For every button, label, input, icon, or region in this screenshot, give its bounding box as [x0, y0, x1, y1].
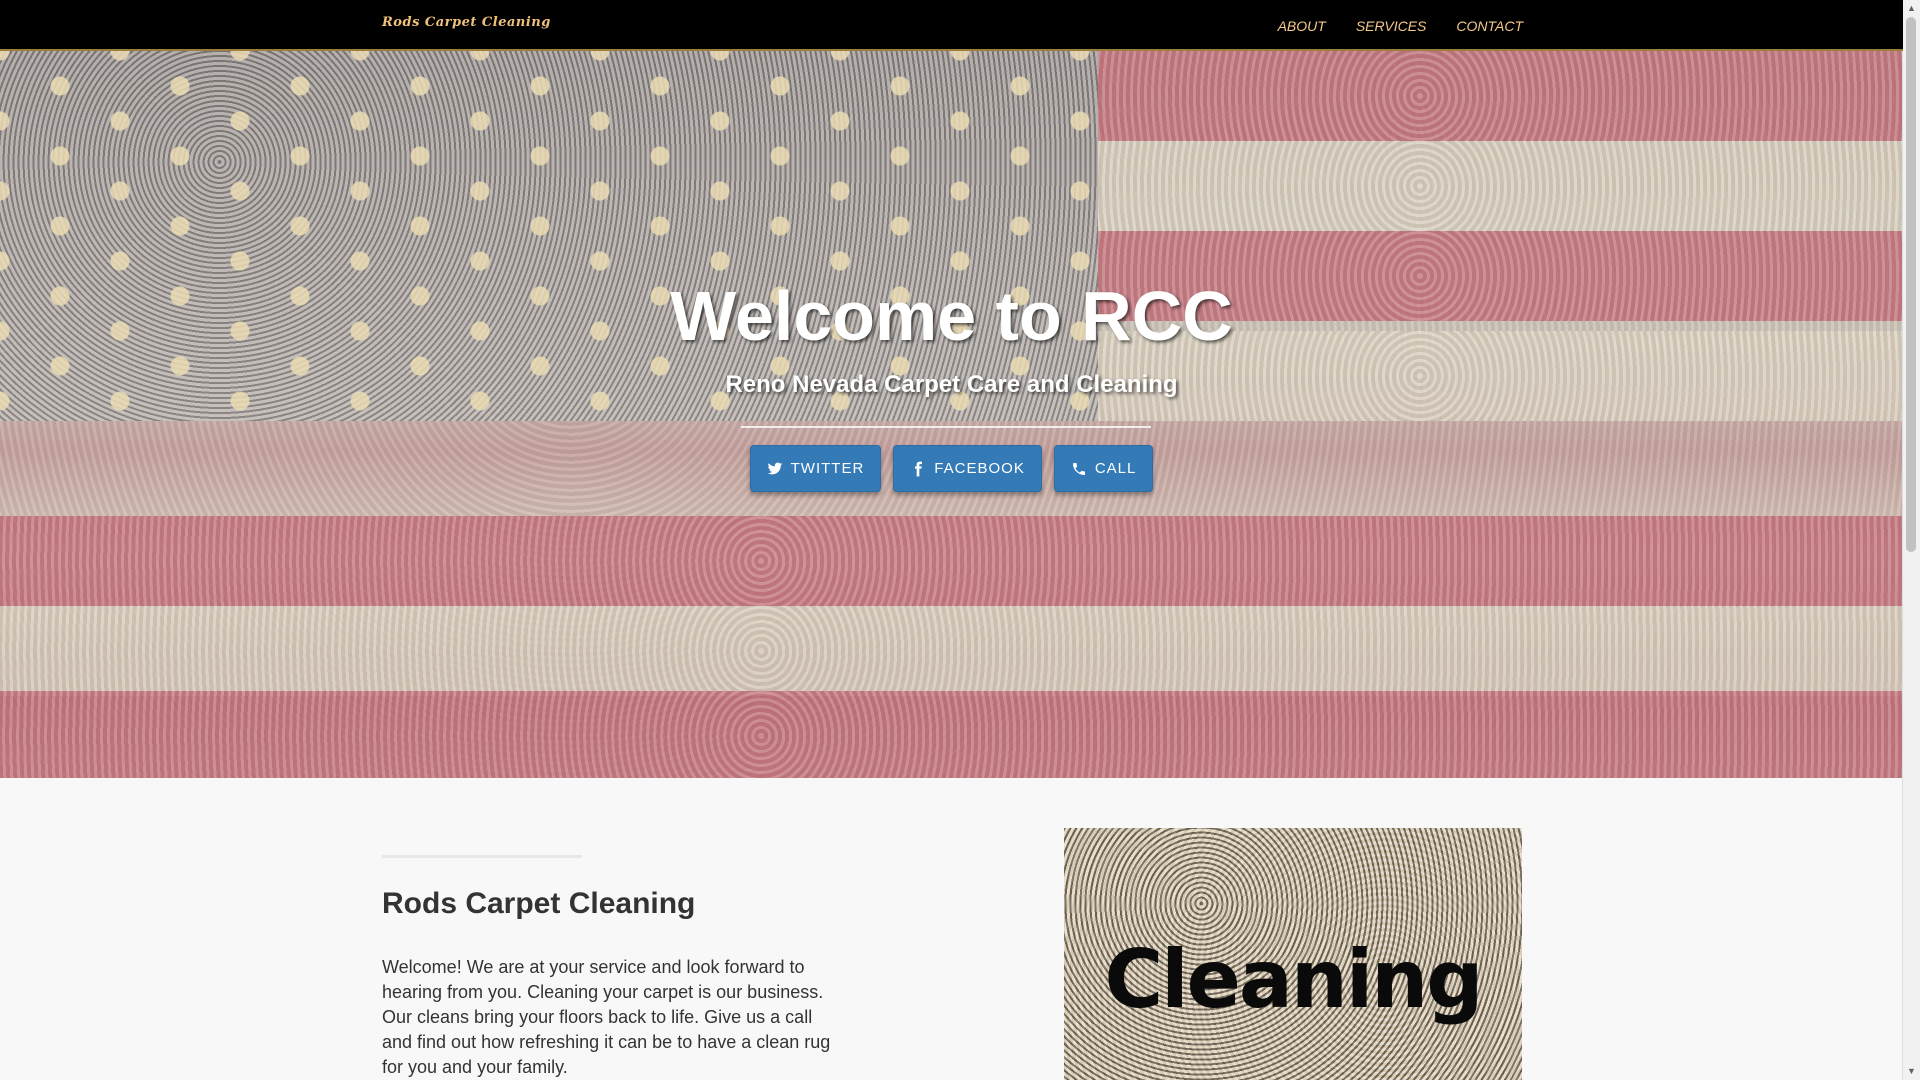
call-button[interactable]: CALL — [1053, 445, 1154, 492]
flag-stripe — [1098, 51, 1903, 141]
section-title: Rods Carpet Cleaning — [382, 887, 696, 920]
facebook-button[interactable]: FACEBOOK — [893, 445, 1042, 492]
nav-links: ABOUT SERVICES CONTACT — [1278, 0, 1523, 51]
flag-stripe — [0, 691, 1903, 778]
cleaning-image: Cleaning — [1064, 828, 1522, 1080]
twitter-button-label: TWITTER — [790, 460, 865, 477]
flag-stripe — [0, 606, 1903, 696]
hero-subtitle: Reno Nevada Carpet Care and Cleaning — [725, 371, 1178, 398]
social-buttons: TWITTER FACEBOOK CALL — [0, 445, 1903, 492]
page-scrollbar[interactable]: ▲ ▼ — [1902, 0, 1920, 1080]
facebook-icon — [915, 461, 923, 476]
twitter-button[interactable]: TWITTER — [749, 445, 882, 492]
navbar: Rods Carpet Cleaning ABOUT SERVICES CONT… — [0, 0, 1903, 51]
section-text: Welcome! We are at your service and look… — [382, 957, 831, 1077]
twitter-icon — [767, 462, 782, 474]
phone-icon — [1072, 462, 1085, 475]
facebook-button-label: FACEBOOK — [934, 460, 1025, 477]
flag-stars-background — [0, 51, 1098, 421]
brand-logo[interactable]: Rods Carpet Cleaning — [382, 15, 551, 30]
flag-stripe — [0, 516, 1903, 606]
nav-link-services[interactable]: SERVICES — [1356, 18, 1427, 34]
scroll-thumb[interactable] — [1906, 17, 1916, 552]
cleaning-image-word: Cleaning — [1104, 933, 1484, 1026]
hero-divider — [741, 426, 1151, 428]
hero-section: Welcome to RCC Reno Nevada Carpet Care a… — [0, 51, 1903, 778]
call-button-label: CALL — [1094, 460, 1137, 477]
scroll-up-arrow-icon[interactable]: ▲ — [1903, 0, 1920, 17]
scroll-down-arrow-icon[interactable]: ▼ — [1903, 1063, 1920, 1080]
nav-link-contact[interactable]: CONTACT — [1456, 18, 1523, 34]
flag-stripe — [1098, 141, 1903, 231]
section-divider — [382, 855, 582, 858]
nav-link-about[interactable]: ABOUT — [1278, 18, 1326, 34]
hero-title: Welcome to RCC — [670, 277, 1233, 355]
